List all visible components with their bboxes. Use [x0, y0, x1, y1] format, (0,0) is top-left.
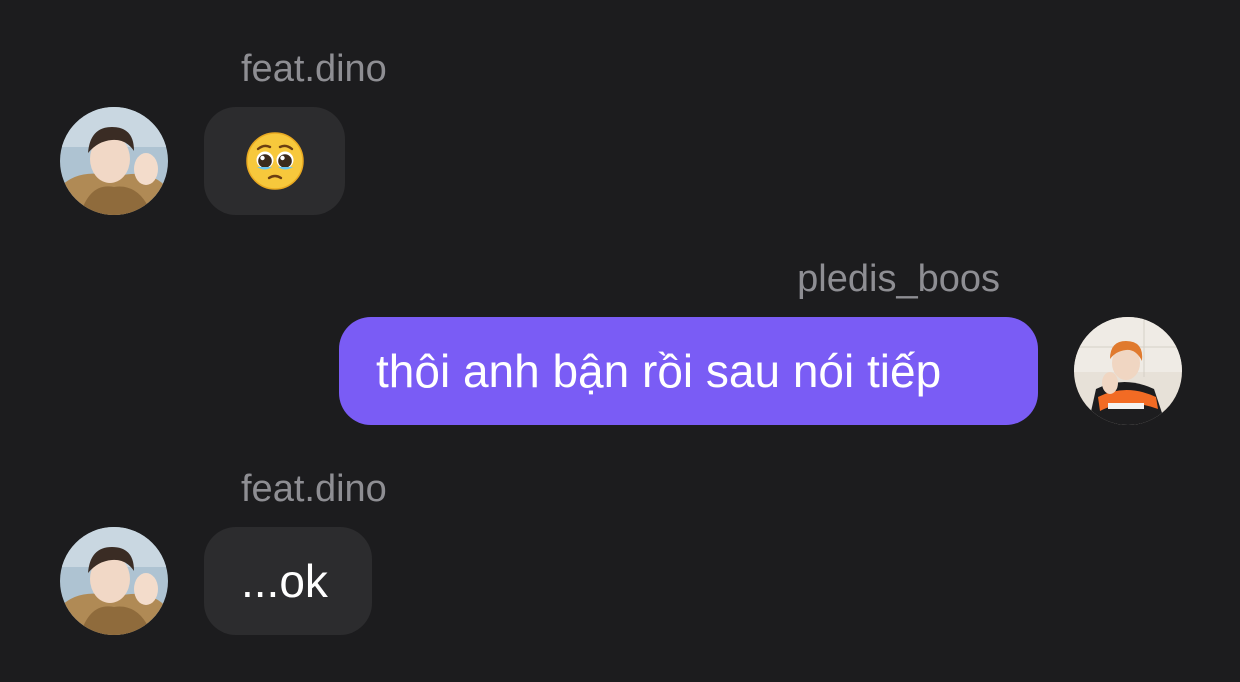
sender-name: feat.dino: [241, 48, 387, 90]
message-bubble[interactable]: [204, 107, 345, 215]
sender-name: pledis_boos: [797, 258, 1000, 300]
message-bubble[interactable]: ...ok: [204, 527, 372, 635]
pleading-face-emoji-icon: [245, 132, 304, 190]
avatar-pledis-boos-icon[interactable]: [1074, 317, 1182, 425]
message-text: thôi anh bận rồi sau nói tiếp: [376, 345, 942, 397]
avatar-feat-dino-icon[interactable]: [60, 527, 168, 635]
sender-name: feat.dino: [241, 468, 387, 510]
message-bubble[interactable]: thôi anh bận rồi sau nói tiếp: [339, 317, 1038, 425]
message-text: ...ok: [241, 555, 328, 607]
avatar-feat-dino-icon[interactable]: [60, 107, 168, 215]
